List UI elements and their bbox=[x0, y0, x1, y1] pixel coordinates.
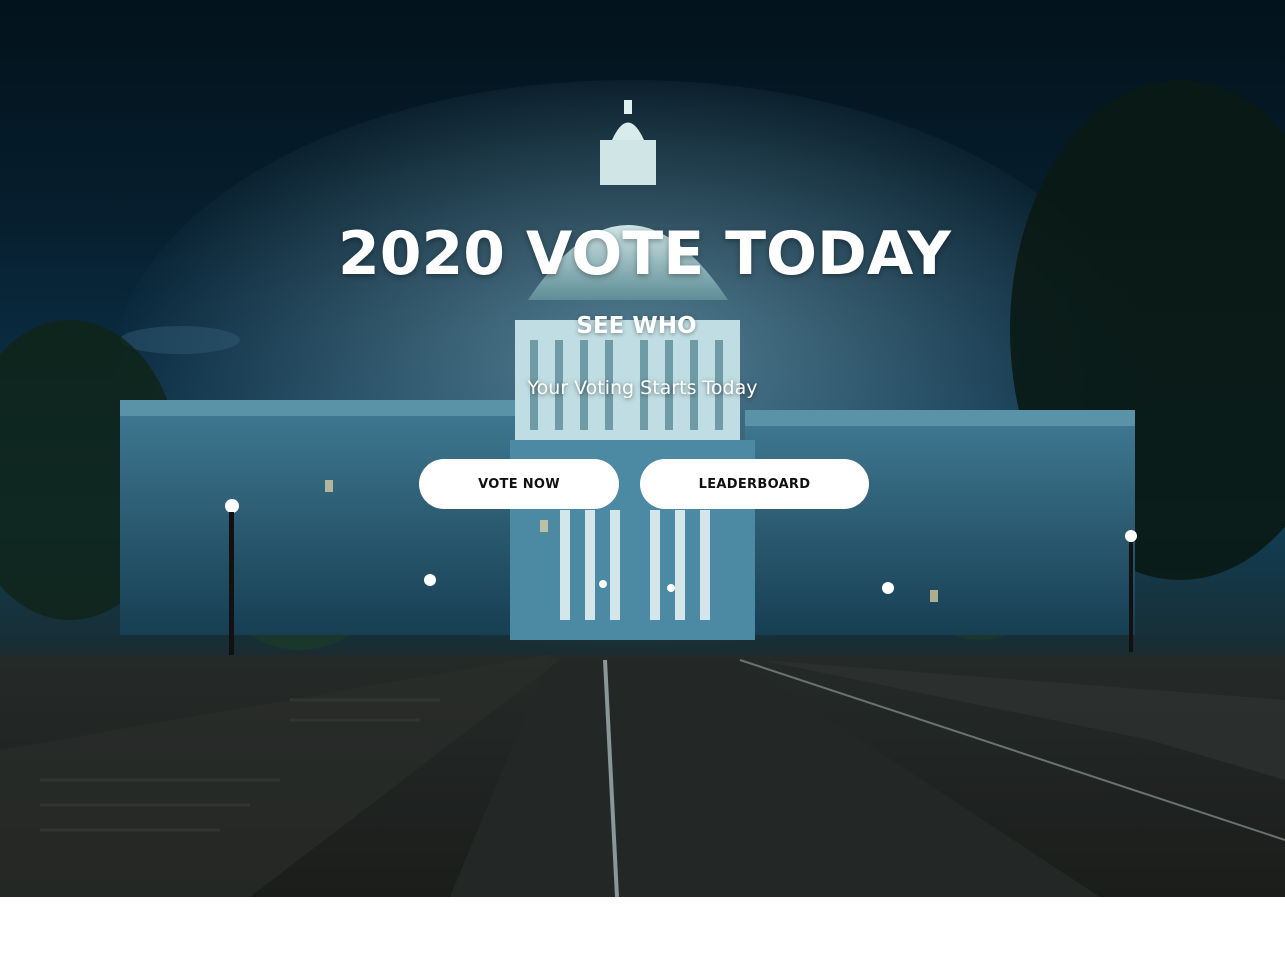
hero-tagline: Your Voting Starts Today bbox=[527, 377, 758, 399]
hero-subheading: SEE WHO bbox=[576, 313, 697, 339]
leaderboard-button[interactable]: LEADERBOARD bbox=[640, 459, 869, 509]
page-below-hero bbox=[0, 897, 1285, 971]
hero-content: 2020 VOTE TODAY SEE WHO Your Voting Star… bbox=[0, 0, 1285, 897]
vote-now-button[interactable]: VOTE NOW bbox=[419, 459, 619, 509]
page-title: 2020 VOTE TODAY bbox=[338, 219, 951, 289]
hero-section: 2020 VOTE TODAY SEE WHO Your Voting Star… bbox=[0, 0, 1285, 897]
